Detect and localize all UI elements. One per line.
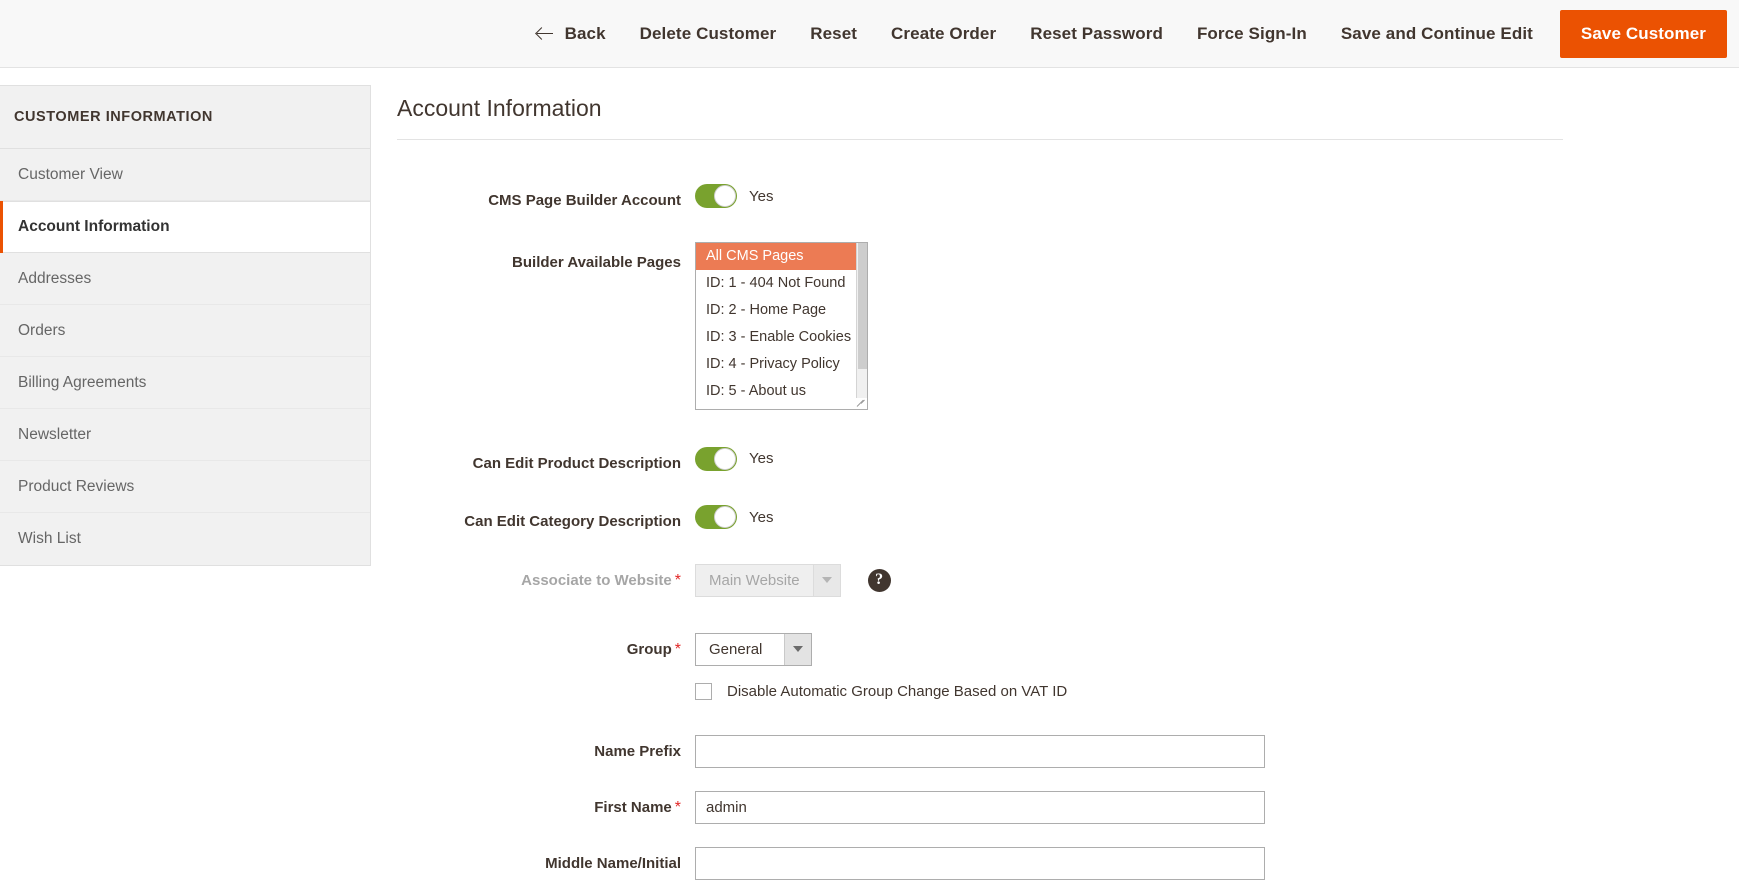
first-name-label-text: First Name: [594, 799, 672, 816]
sidebar-item-label: Wish List: [18, 530, 81, 548]
associate-to-website-label-text: Associate to Website: [521, 572, 672, 589]
toggle-knob: [714, 506, 736, 528]
field-row-can-edit-product-description: Can Edit Product Description Yes: [397, 447, 1739, 474]
associate-to-website-select: Main Website: [695, 564, 841, 597]
multiselect-option[interactable]: ID: 1 - 404 Not Found: [696, 270, 867, 297]
sidebar-item-label: Orders: [18, 322, 65, 340]
field-row-cms-page-builder: CMS Page Builder Account Yes: [397, 184, 1739, 211]
multiselect-option[interactable]: ID: 3 - Enable Cookies: [696, 324, 867, 351]
account-information-form: Account Information CMS Page Builder Acc…: [397, 95, 1739, 880]
sidebar-item-label: Account Information: [18, 218, 170, 236]
field-row-group: Group* General Disable Automatic Group C…: [397, 633, 1739, 700]
back-button[interactable]: Back: [520, 16, 623, 52]
group-label: Group*: [397, 633, 695, 661]
sidebar-item-wish-list[interactable]: Wish List: [0, 513, 370, 565]
arrow-left-icon: [537, 27, 554, 41]
field-row-associate-to-website: Associate to Website* Main Website ?: [397, 564, 1739, 597]
toggle-knob: [714, 448, 736, 470]
group-value: General: [696, 634, 784, 665]
required-indicator: *: [675, 799, 681, 816]
multiselect-option[interactable]: ID: 5 - About us: [696, 378, 867, 405]
create-order-button[interactable]: Create Order: [874, 16, 1013, 52]
sidebar-item-newsletter[interactable]: Newsletter: [0, 409, 370, 461]
can-edit-product-description-toggle[interactable]: [695, 447, 737, 471]
can-edit-product-description-label: Can Edit Product Description: [397, 447, 695, 474]
delete-customer-button[interactable]: Delete Customer: [623, 16, 794, 52]
middle-name-input[interactable]: [695, 847, 1265, 880]
sidebar-item-label: Product Reviews: [18, 478, 134, 496]
sidebar-item-product-reviews[interactable]: Product Reviews: [0, 461, 370, 513]
reset-password-button[interactable]: Reset Password: [1013, 16, 1180, 52]
first-name-label: First Name*: [397, 791, 695, 819]
sidebar-item-orders[interactable]: Orders: [0, 305, 370, 357]
disable-automatic-group-change-row: Disable Automatic Group Change Based on …: [695, 683, 1067, 700]
sidebar-item-addresses[interactable]: Addresses: [0, 253, 370, 305]
field-row-first-name: First Name*: [397, 791, 1739, 824]
name-prefix-input[interactable]: [695, 735, 1265, 768]
sidebar-title: CUSTOMER INFORMATION: [0, 86, 370, 149]
scrollbar-thumb[interactable]: [858, 243, 867, 369]
field-row-middle-name: Middle Name/Initial: [397, 847, 1739, 880]
cms-page-builder-toggle[interactable]: [695, 184, 737, 208]
reset-button[interactable]: Reset: [793, 16, 874, 52]
first-name-input[interactable]: [695, 791, 1265, 824]
sidebar-item-account-information[interactable]: Account Information: [0, 201, 370, 253]
sidebar-item-billing-agreements[interactable]: Billing Agreements: [0, 357, 370, 409]
multiselect-option[interactable]: ID: 4 - Privacy Policy: [696, 351, 867, 378]
disable-automatic-group-change-checkbox[interactable]: [695, 683, 712, 700]
group-select[interactable]: General: [695, 633, 812, 666]
page-title: Account Information: [397, 95, 1563, 140]
associate-to-website-label: Associate to Website*: [397, 564, 695, 592]
page-actions-toolbar: Back Delete Customer Reset Create Order …: [0, 0, 1739, 68]
customer-information-sidebar: CUSTOMER INFORMATION Customer View Accou…: [0, 85, 371, 566]
sidebar-item-label: Addresses: [18, 270, 91, 288]
resize-handle-icon[interactable]: [856, 398, 867, 409]
sidebar-item-label: Customer View: [18, 166, 123, 184]
back-button-label: Back: [565, 24, 606, 44]
toggle-knob: [714, 185, 736, 207]
name-prefix-label: Name Prefix: [397, 735, 695, 762]
associate-to-website-value: Main Website: [696, 565, 813, 596]
middle-name-label: Middle Name/Initial: [397, 847, 695, 874]
builder-available-pages-multiselect[interactable]: All CMS Pages ID: 1 - 404 Not Found ID: …: [695, 242, 868, 410]
builder-available-pages-label: Builder Available Pages: [397, 242, 695, 273]
save-and-continue-edit-button[interactable]: Save and Continue Edit: [1324, 16, 1550, 52]
field-row-builder-available-pages: Builder Available Pages All CMS Pages ID…: [397, 242, 1739, 410]
multiselect-option[interactable]: All CMS Pages: [696, 243, 867, 270]
can-edit-category-description-toggle-value: Yes: [749, 509, 773, 526]
chevron-down-icon[interactable]: [784, 634, 811, 665]
disable-automatic-group-change-label: Disable Automatic Group Change Based on …: [727, 683, 1067, 700]
sidebar-item-label: Newsletter: [18, 426, 91, 444]
save-customer-button[interactable]: Save Customer: [1560, 10, 1727, 58]
chevron-down-icon: [813, 565, 840, 596]
field-row-can-edit-category-description: Can Edit Category Description Yes: [397, 505, 1739, 532]
cms-page-builder-label: CMS Page Builder Account: [397, 184, 695, 211]
can-edit-product-description-toggle-value: Yes: [749, 450, 773, 467]
can-edit-category-description-toggle[interactable]: [695, 505, 737, 529]
force-signin-button[interactable]: Force Sign-In: [1180, 16, 1324, 52]
required-indicator: *: [675, 572, 681, 589]
cms-page-builder-toggle-value: Yes: [749, 188, 773, 205]
multiselect-scrollbar[interactable]: [856, 243, 867, 409]
sidebar-item-label: Billing Agreements: [18, 374, 146, 392]
field-row-name-prefix: Name Prefix: [397, 735, 1739, 768]
sidebar-item-customer-view[interactable]: Customer View: [0, 149, 370, 201]
group-label-text: Group: [627, 641, 672, 658]
can-edit-category-description-label: Can Edit Category Description: [397, 505, 695, 532]
multiselect-option[interactable]: ID: 2 - Home Page: [696, 297, 867, 324]
required-indicator: *: [675, 641, 681, 658]
help-icon[interactable]: ?: [868, 569, 891, 592]
